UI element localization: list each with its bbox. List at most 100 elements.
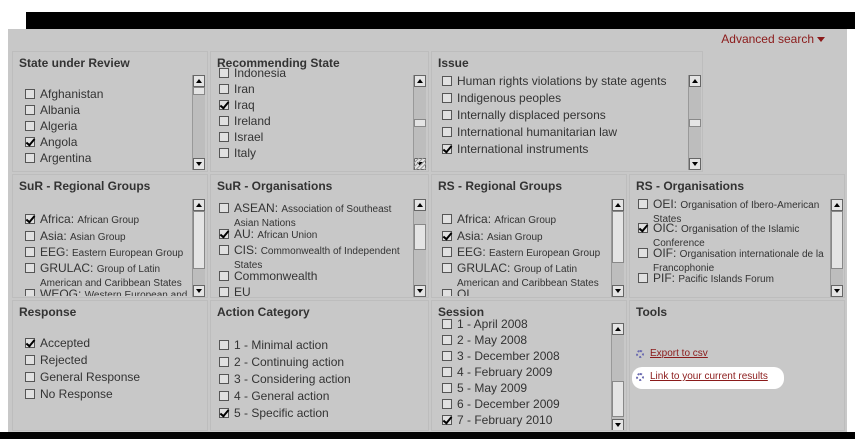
- list-item[interactable]: WEOG: Western European and: [25, 288, 193, 296]
- list-item[interactable]: 5 - Specific action: [219, 407, 419, 424]
- list-item[interactable]: Commonwealth: [219, 270, 411, 286]
- scroll-up-button[interactable]: [612, 199, 624, 211]
- scroll-thumb[interactable]: [414, 224, 426, 250]
- checkbox[interactable]: [442, 76, 452, 86]
- list-item[interactable]: EU: [219, 286, 411, 297]
- list-item[interactable]: Algeria: [25, 120, 191, 136]
- checkbox[interactable]: [25, 105, 35, 115]
- checkbox[interactable]: [25, 231, 35, 241]
- checkbox[interactable]: [219, 245, 229, 255]
- scrollbar[interactable]: [192, 199, 205, 297]
- checkbox[interactable]: [219, 148, 229, 158]
- list-item[interactable]: CIS: Commonwealth of Independent States: [219, 244, 411, 271]
- checkbox[interactable]: [219, 271, 229, 281]
- scroll-down-button[interactable]: [612, 285, 624, 297]
- checkbox[interactable]: [25, 121, 35, 131]
- list-item[interactable]: OIF: Organisation internationale de la F…: [638, 247, 828, 274]
- list-item[interactable]: Africa: African Group: [25, 213, 193, 230]
- scroll-thumb[interactable]: [193, 211, 205, 269]
- checkbox[interactable]: [219, 132, 229, 142]
- checkbox[interactable]: [442, 247, 452, 257]
- list-item[interactable]: General Response: [25, 371, 195, 388]
- list-item[interactable]: AU: African Union: [219, 228, 411, 244]
- list-item[interactable]: Human rights violations by state agents: [442, 75, 692, 92]
- checkbox[interactable]: [219, 391, 229, 401]
- scroll-thumb[interactable]: [414, 119, 426, 127]
- scrollbar[interactable]: [830, 199, 843, 297]
- checkbox[interactable]: [442, 415, 452, 425]
- advanced-search-link[interactable]: Advanced search: [721, 32, 825, 46]
- scroll-up-button[interactable]: [193, 75, 205, 87]
- list-item[interactable]: 5 - May 2009: [442, 382, 610, 398]
- list-item[interactable]: Rejected: [25, 354, 195, 371]
- link-current-results[interactable]: Link to your current results: [636, 371, 768, 382]
- checkbox[interactable]: [638, 273, 648, 283]
- list-item[interactable]: Asia: Asian Group: [442, 230, 612, 246]
- resize-grip[interactable]: [414, 158, 426, 170]
- list-item[interactable]: 4 - General action: [219, 390, 419, 407]
- list-item[interactable]: Accepted: [25, 337, 195, 354]
- checkbox[interactable]: [219, 408, 229, 418]
- checkbox[interactable]: [219, 68, 229, 78]
- list-item[interactable]: Indigenous peoples: [442, 92, 692, 109]
- scroll-down-button[interactable]: [612, 419, 624, 430]
- checkbox[interactable]: [219, 340, 229, 350]
- list-item[interactable]: 3 - Considering action: [219, 373, 419, 390]
- checkbox[interactable]: [219, 84, 229, 94]
- scroll-down-button[interactable]: [414, 285, 426, 297]
- scroll-up-button[interactable]: [414, 75, 426, 87]
- scroll-down-button[interactable]: [831, 285, 843, 297]
- scroll-thumb[interactable]: [689, 119, 701, 127]
- list-item[interactable]: Iran: [219, 83, 409, 99]
- scrollbar[interactable]: [688, 75, 701, 170]
- scroll-thumb[interactable]: [612, 381, 624, 417]
- scroll-thumb[interactable]: [831, 211, 843, 269]
- checkbox[interactable]: [219, 374, 229, 384]
- checkbox[interactable]: [219, 203, 229, 213]
- checkbox[interactable]: [442, 144, 452, 154]
- list-item[interactable]: Afghanistan: [25, 88, 191, 104]
- checkbox[interactable]: [25, 137, 35, 147]
- checkbox[interactable]: [25, 289, 35, 296]
- scroll-down-button[interactable]: [193, 285, 205, 297]
- list-item[interactable]: Iraq: [219, 99, 409, 115]
- checkbox[interactable]: [25, 247, 35, 257]
- list-item[interactable]: Argentina: [25, 152, 191, 168]
- scrollbar[interactable]: [192, 75, 205, 170]
- scroll-up-button[interactable]: [414, 199, 426, 211]
- scroll-up-button[interactable]: [193, 199, 205, 211]
- scroll-up-button[interactable]: [831, 199, 843, 211]
- list-item[interactable]: 1 - Minimal action: [219, 339, 419, 356]
- checkbox[interactable]: [25, 153, 35, 163]
- checkbox[interactable]: [442, 351, 452, 361]
- list-item[interactable]: Indonesia: [219, 67, 409, 83]
- list-item[interactable]: OIC: Organisation of the Islamic Confere…: [638, 222, 828, 249]
- list-item[interactable]: EEG: Eastern European Group: [25, 246, 193, 262]
- checkbox[interactable]: [219, 116, 229, 126]
- scrollbar[interactable]: [611, 199, 624, 297]
- scroll-thumb[interactable]: [612, 211, 624, 263]
- checkbox[interactable]: [442, 214, 452, 224]
- checkbox[interactable]: [638, 199, 648, 209]
- list-item[interactable]: Asia: Asian Group: [25, 230, 193, 246]
- checkbox[interactable]: [442, 231, 452, 241]
- list-item[interactable]: PIF: Pacific Islands Forum: [638, 272, 828, 288]
- list-item[interactable]: GRULAC: Group of Latin American and Cari…: [25, 262, 193, 289]
- scrollbar[interactable]: [611, 323, 624, 430]
- list-item[interactable]: 6 - December 2009: [442, 398, 610, 414]
- list-item[interactable]: 3 - December 2008: [442, 350, 610, 366]
- list-item[interactable]: Internally displaced persons: [442, 109, 692, 126]
- checkbox[interactable]: [442, 399, 452, 409]
- list-item[interactable]: Angola: [25, 136, 191, 152]
- checkbox[interactable]: [25, 263, 35, 273]
- checkbox[interactable]: [219, 100, 229, 110]
- checkbox[interactable]: [219, 229, 229, 239]
- checkbox[interactable]: [442, 289, 452, 296]
- checkbox[interactable]: [442, 93, 452, 103]
- scroll-down-button[interactable]: [689, 158, 701, 170]
- list-item[interactable]: International humanitarian law: [442, 126, 692, 143]
- checkbox[interactable]: [25, 372, 35, 382]
- scroll-down-button[interactable]: [193, 158, 205, 170]
- checkbox[interactable]: [219, 357, 229, 367]
- checkbox[interactable]: [442, 367, 452, 377]
